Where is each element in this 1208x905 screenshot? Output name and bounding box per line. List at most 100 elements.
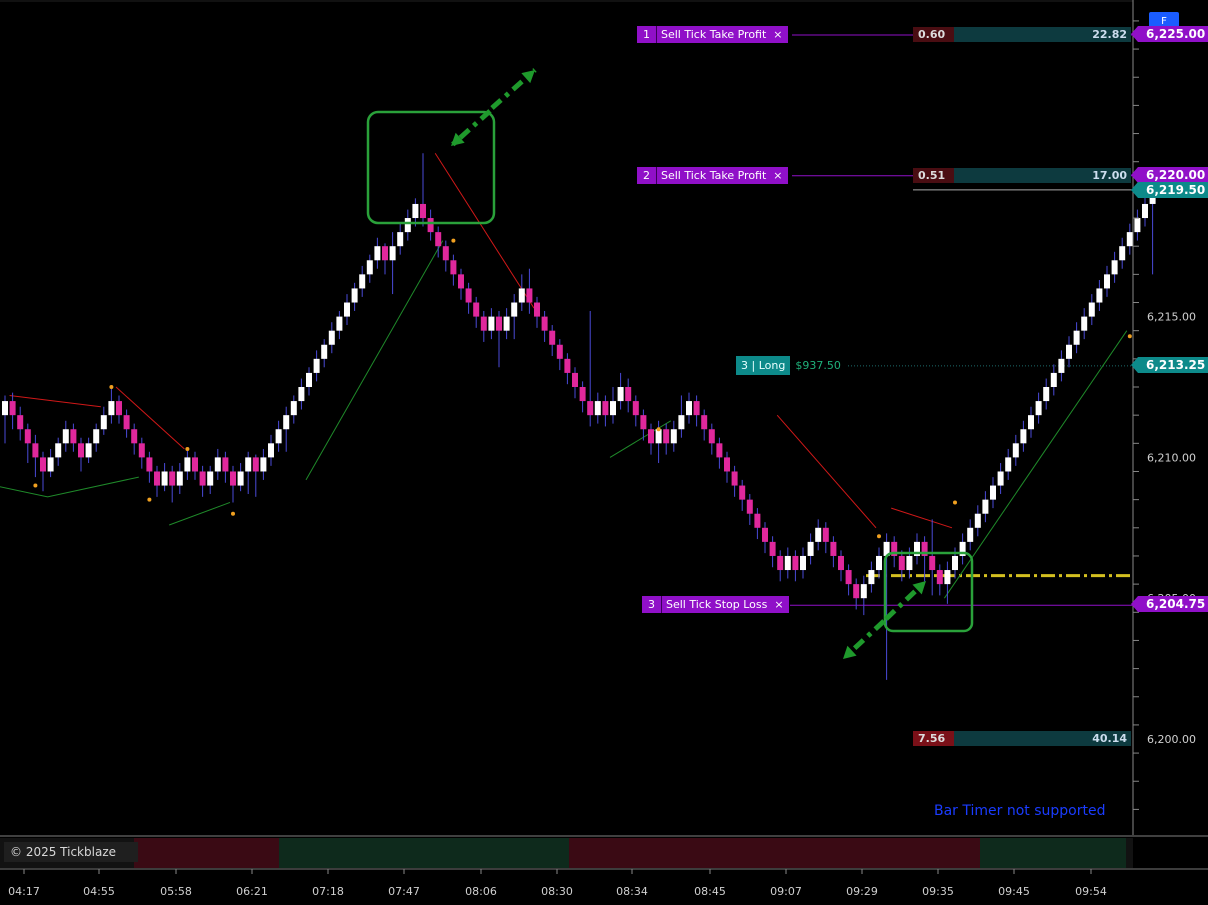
- signal-dot: [451, 238, 456, 243]
- price-tag-order-1: 6,225.00: [1131, 26, 1208, 42]
- price-chart[interactable]: 6,225.006,220.006,215.006,210.006,205.00…: [0, 0, 1208, 901]
- up-bar: [952, 555, 958, 571]
- down-bar: [587, 401, 594, 416]
- pnl-left: 0.51: [913, 168, 954, 183]
- down-bar: [731, 471, 738, 486]
- up-bar: [610, 401, 616, 416]
- down-bar: [199, 471, 206, 486]
- down-bar: [579, 387, 586, 402]
- pnl-box-3: 7.56 40.14: [913, 731, 1131, 746]
- signal-dot: [33, 483, 38, 488]
- price-tick-label: 6,200.00: [1147, 733, 1196, 746]
- signal-dot: [231, 511, 235, 516]
- order-label: Sell Tick Stop Loss: [662, 596, 772, 613]
- pnl-box-1: 0.60 22.82: [913, 27, 1131, 42]
- up-bar: [1028, 415, 1034, 430]
- down-bar: [123, 415, 130, 430]
- price-tag-order-2: 6,220.00: [1131, 167, 1208, 183]
- order-tag-2[interactable]: 2 Sell Tick Take Profit ×: [637, 167, 788, 184]
- signal-dot: [109, 385, 114, 389]
- time-tick-label: 08:45: [694, 885, 726, 898]
- close-icon[interactable]: ×: [770, 167, 788, 184]
- down-bar: [853, 584, 860, 599]
- up-bar: [1073, 330, 1080, 345]
- down-bar: [625, 387, 632, 402]
- time-tick-label: 09:54: [1075, 885, 1107, 898]
- pnl-right: 40.14: [1092, 732, 1127, 745]
- up-bar: [511, 302, 518, 317]
- up-bar: [1096, 288, 1103, 303]
- down-bar: [40, 457, 46, 472]
- up-bar: [974, 513, 981, 528]
- down-bar: [936, 570, 943, 585]
- up-bar: [214, 457, 221, 472]
- up-bar: [670, 429, 677, 444]
- up-bar: [1111, 260, 1118, 275]
- order-tag-3[interactable]: 3 Sell Tick Stop Loss ×: [642, 596, 789, 613]
- down-bar: [169, 471, 176, 486]
- order-label: Sell Tick Take Profit: [657, 167, 771, 184]
- close-icon[interactable]: ×: [770, 26, 788, 43]
- pnl-right: 22.82: [1092, 28, 1127, 41]
- down-bar: [777, 555, 784, 571]
- order-id: 3: [642, 596, 662, 613]
- position-pnl: $937.50: [795, 359, 841, 372]
- up-bar: [100, 415, 107, 430]
- close-icon[interactable]: ×: [771, 596, 789, 613]
- session-band: [569, 838, 980, 868]
- order-tag-1[interactable]: 1 Sell Tick Take Profit ×: [637, 26, 788, 43]
- down-bar: [526, 288, 533, 303]
- price-tag-last: 6,219.50: [1131, 182, 1208, 198]
- up-bar: [1104, 274, 1110, 289]
- up-bar: [47, 457, 54, 472]
- price-tick-label: 6,210.00: [1147, 451, 1196, 464]
- up-bar: [62, 429, 69, 444]
- up-bar: [1066, 344, 1072, 359]
- down-bar: [746, 499, 753, 514]
- up-bar: [906, 555, 913, 571]
- down-bar: [70, 429, 77, 444]
- down-bar: [769, 541, 776, 556]
- down-bar: [572, 372, 578, 387]
- time-tick-label: 04:17: [8, 885, 40, 898]
- down-bar: [822, 527, 829, 542]
- time-tick-label: 07:18: [312, 885, 344, 898]
- pnl-left: 7.56: [913, 731, 954, 746]
- up-bar: [1088, 302, 1095, 317]
- up-bar: [85, 443, 92, 458]
- down-bar: [473, 302, 480, 317]
- up-bar: [93, 429, 100, 444]
- up-bar: [321, 344, 328, 359]
- down-bar: [496, 316, 502, 331]
- order-id: 2: [637, 167, 657, 184]
- signal-dot: [185, 446, 190, 451]
- up-bar: [298, 387, 305, 402]
- up-bar: [2, 401, 8, 416]
- down-bar: [131, 429, 138, 444]
- time-tick-label: 09:07: [770, 885, 802, 898]
- down-bar: [640, 415, 647, 430]
- down-bar: [701, 415, 708, 430]
- up-bar: [306, 372, 312, 387]
- up-bar: [404, 218, 411, 233]
- grid-layer: [0, 0, 1208, 901]
- down-bar: [382, 246, 388, 261]
- up-bar: [860, 584, 867, 599]
- up-bar: [594, 401, 601, 416]
- up-bar: [784, 555, 791, 571]
- up-bar: [997, 471, 1004, 486]
- chart-area[interactable]: 6,225.006,220.006,215.006,210.006,205.00…: [0, 0, 1208, 901]
- down-bar: [442, 246, 449, 261]
- up-bar: [344, 302, 350, 317]
- up-bar: [389, 246, 396, 261]
- pnl-box-2: 0.51 17.00: [913, 168, 1131, 183]
- up-bar: [207, 471, 214, 486]
- down-bar: [792, 555, 799, 571]
- down-bar: [78, 443, 84, 458]
- up-bar: [328, 330, 335, 345]
- position-tag[interactable]: 3 | Long $937.50: [736, 356, 841, 375]
- down-bar: [230, 471, 236, 486]
- down-bar: [541, 316, 548, 331]
- down-bar: [427, 218, 434, 233]
- up-bar: [990, 485, 996, 500]
